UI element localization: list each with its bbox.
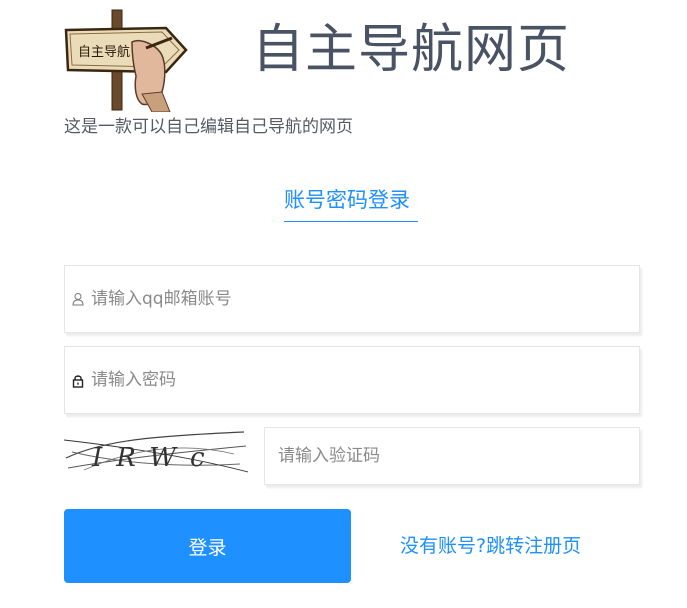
login-button[interactable]: 登录 [64, 509, 351, 583]
register-link[interactable]: 没有账号?跳转注册页 [400, 531, 581, 561]
tab-account-password-login[interactable]: 账号密码登录 [284, 184, 410, 216]
signpost-logo-icon: 自主导航 [64, 9, 188, 113]
page-title: 自主导航网页 [252, 20, 571, 80]
logo: 自主导航 [62, 8, 190, 113]
captcha-text: IRWc [91, 443, 219, 473]
account-field [64, 265, 640, 333]
captcha-field [264, 427, 640, 485]
password-input[interactable] [91, 347, 621, 413]
lock-icon [72, 375, 84, 388]
page-subtitle: 这是一款可以自己编辑自己导航的网页 [64, 117, 353, 137]
password-field [64, 346, 640, 414]
active-tab-underline [284, 221, 418, 222]
logo-text: 自主导航 [78, 44, 130, 60]
captcha-icon: IRWc [63, 431, 249, 473]
captcha-image[interactable]: IRWc [63, 428, 249, 476]
account-input[interactable] [91, 266, 621, 332]
captcha-input[interactable] [278, 428, 628, 484]
user-icon [72, 293, 84, 306]
